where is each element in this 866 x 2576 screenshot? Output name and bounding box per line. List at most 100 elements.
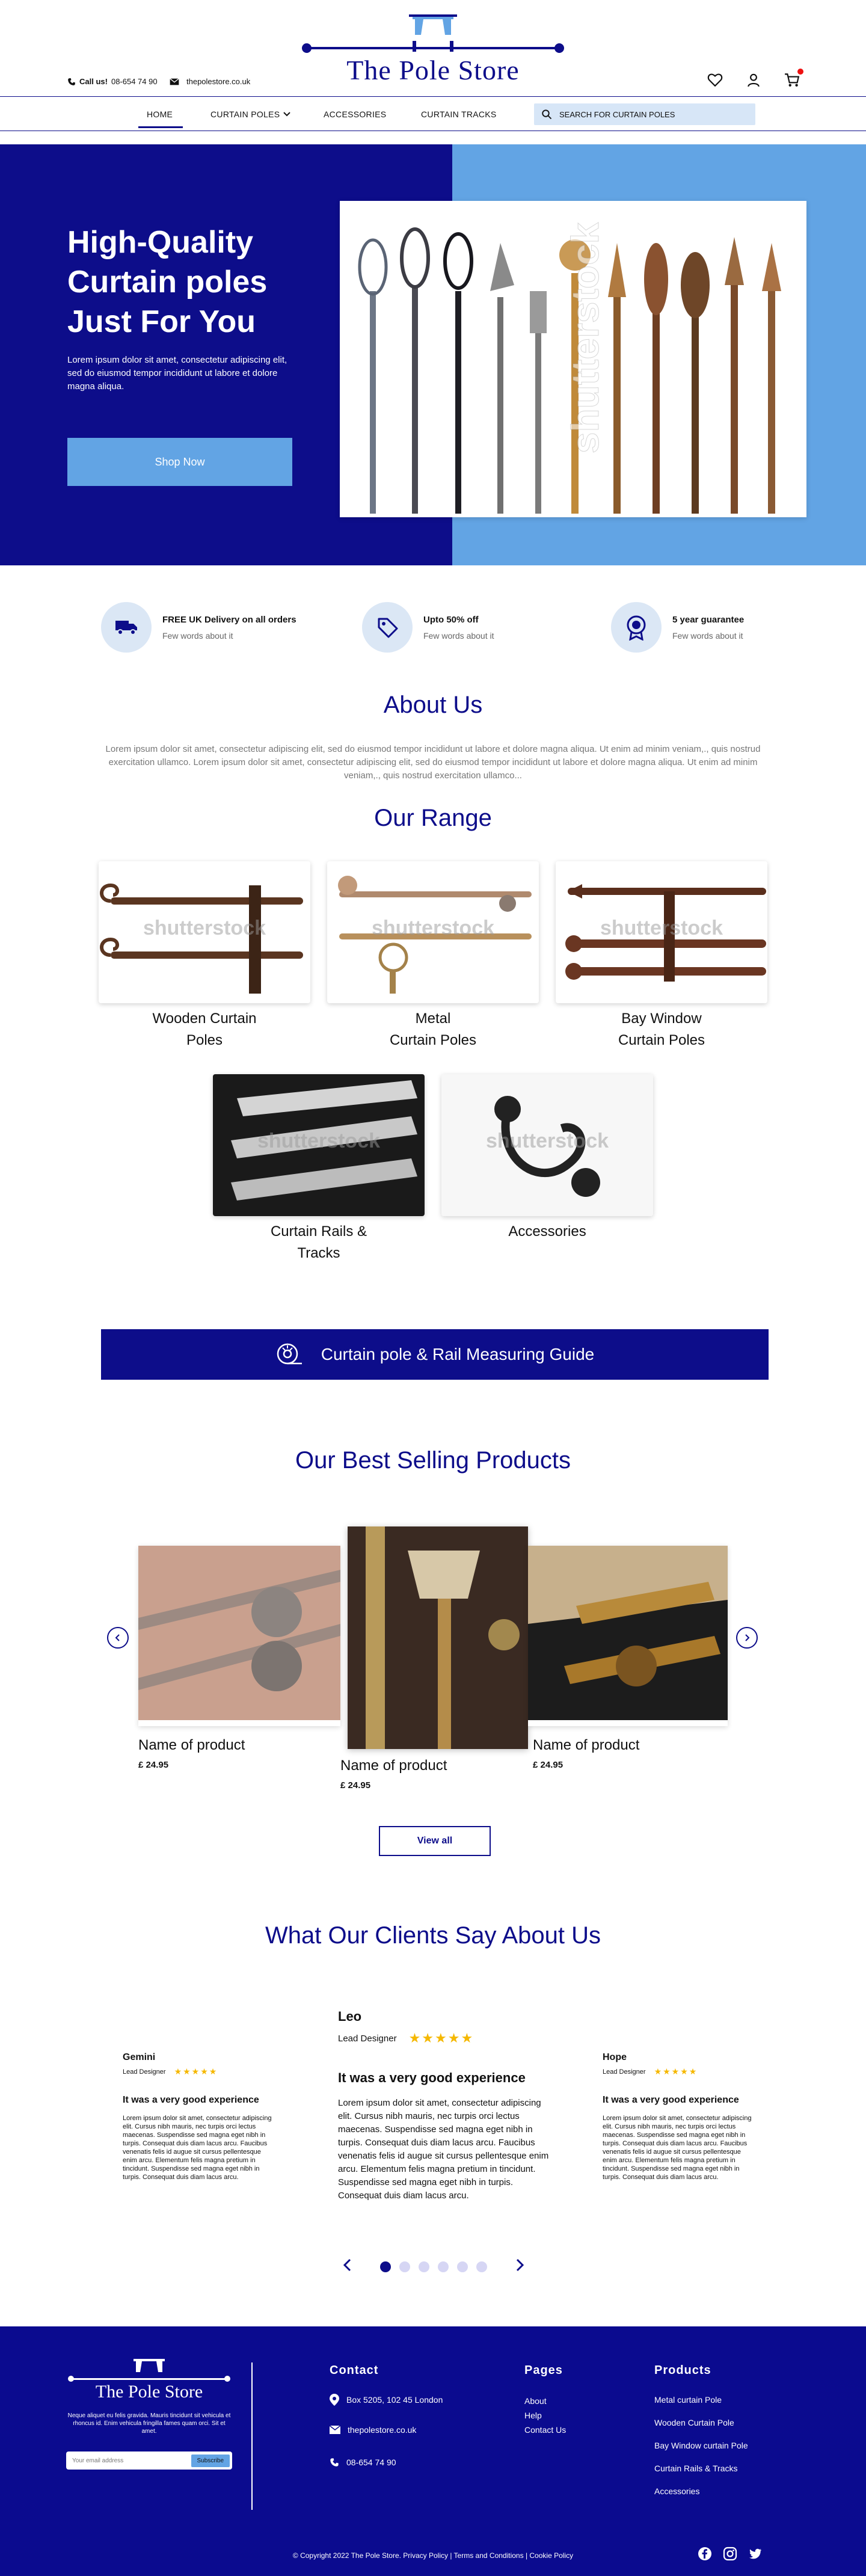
product-name[interactable]: Name of product [340, 1757, 447, 1774]
product-name[interactable]: Name of product [533, 1737, 639, 1754]
watermark-text: shutterstock [143, 917, 266, 939]
product-card-featured[interactable] [348, 1526, 528, 1749]
range-label-accessories[interactable]: Accessories [441, 1221, 653, 1243]
feature-sub: Few words about it [423, 630, 494, 641]
footer-link-rails[interactable]: Curtain Rails & Tracks [654, 2464, 737, 2473]
footer-link-about[interactable]: About [524, 2396, 547, 2406]
logo[interactable]: The Pole Store [301, 11, 565, 89]
feature-icon-circle [101, 602, 152, 653]
range-card-accessories[interactable]: shutterstock [441, 1074, 653, 1216]
footer-logo[interactable]: The Pole Store [66, 2356, 232, 2405]
shop-now-button[interactable]: Shop Now [67, 438, 292, 486]
hero-title: High-Quality Curtain poles Just For You [67, 223, 320, 342]
footer-contact-heading: Contact [330, 2364, 379, 2377]
range-card-wooden[interactable]: shutterstock [99, 861, 310, 1003]
product-info: Name of product £ 24.95 [340, 1757, 447, 1791]
nav-active-indicator [138, 126, 183, 128]
range-label-wooden[interactable]: Wooden Curtain Poles [99, 1008, 310, 1051]
range-label-line: Tracks [297, 1245, 340, 1261]
footer-brand-name: The Pole Store [95, 2382, 203, 2402]
chevron-down-icon [283, 112, 290, 117]
range-label-metal[interactable]: Metal Curtain Poles [327, 1008, 539, 1051]
footer-divider [251, 2362, 253, 2510]
range-label-line: Accessories [508, 1223, 586, 1240]
footer-link-wooden[interactable]: Wooden Curtain Pole [654, 2418, 734, 2427]
products-prev-button[interactable] [107, 1627, 129, 1649]
range-label-bay-window[interactable]: Bay Window Curtain Poles [556, 1008, 767, 1051]
wooden-poles-image: shutterstock [100, 883, 303, 994]
subscribe-button[interactable]: Subscribe [191, 2454, 230, 2467]
wishlist-heart-icon[interactable] [707, 72, 723, 88]
pagination-dot[interactable] [380, 2261, 391, 2272]
footer-link-metal[interactable]: Metal curtain Pole [654, 2395, 722, 2405]
hero-title-line-3: Just For You [67, 304, 256, 339]
product-info: Name of product £ 24.95 [138, 1737, 245, 1770]
nav-curtain-poles-label: CURTAIN POLES [210, 109, 280, 119]
feature-delivery: FREE UK Delivery on all orders Few words… [101, 600, 296, 654]
facebook-icon[interactable] [698, 2547, 712, 2561]
products-next-button[interactable] [736, 1627, 758, 1649]
pagination-dot[interactable] [399, 2261, 410, 2272]
footer-link-bay-window[interactable]: Bay Window curtain Pole [654, 2441, 748, 2450]
newsletter-email-input[interactable] [72, 2457, 191, 2464]
watermark-text: shutterstock [372, 917, 494, 939]
range-label-line: Metal [415, 1010, 451, 1027]
nav-curtain-tracks[interactable]: CURTAIN TRACKS [421, 109, 497, 119]
testimonial-prev-button[interactable] [343, 2258, 352, 2275]
search-bar[interactable]: SEARCH FOR CURTAIN POLES [534, 103, 755, 125]
product-name[interactable]: Name of product [138, 1737, 245, 1754]
call-info: Call us! 08-654 74 90 [67, 77, 158, 86]
range-label-line: Wooden Curtain [152, 1010, 257, 1027]
twitter-icon[interactable] [748, 2547, 763, 2561]
curtain-logo-icon [68, 2359, 230, 2382]
range-card-bay-window[interactable]: shutterstock [556, 861, 767, 1003]
account-user-icon[interactable] [746, 72, 761, 88]
footer-link-contact[interactable]: Contact Us [524, 2425, 566, 2435]
call-label: Call us! [79, 77, 108, 86]
social-links [698, 2547, 763, 2561]
product-card[interactable] [528, 1546, 728, 1726]
testimonial-body: Lorem ipsum dolor sit amet, consectetur … [603, 2115, 752, 2181]
range-label-line: Poles [186, 1032, 223, 1048]
testimonial-next-button[interactable] [515, 2258, 524, 2275]
phone-number[interactable]: 08-654 74 90 [111, 77, 158, 86]
range-card-rails-tracks[interactable]: shutterstock [213, 1074, 425, 1216]
curtain-logo-icon [302, 14, 564, 53]
footer-email[interactable]: thepolestore.co.uk [330, 2425, 416, 2435]
product-card[interactable] [138, 1546, 340, 1726]
feature-title: FREE UK Delivery on all orders [162, 614, 296, 625]
hero-curtain-poles-image: shutterstock [340, 201, 806, 517]
search-icon [542, 109, 552, 120]
footer-email-text: thepolestore.co.uk [348, 2425, 417, 2435]
instagram-icon[interactable] [723, 2547, 737, 2561]
footer-link-accessories[interactable]: Accessories [654, 2486, 699, 2496]
nav-curtain-poles[interactable]: CURTAIN POLES [210, 109, 291, 119]
testimonial-name: Hope [603, 2052, 627, 2062]
bay-window-poles-image: shutterstock [565, 884, 766, 982]
testimonial-name: Leo [338, 2009, 362, 2024]
feature-title: 5 year guarantee [672, 614, 745, 625]
feature-sub: Few words about it [162, 630, 233, 641]
measuring-guide-banner[interactable]: Curtain pole & Rail Measuring Guide [101, 1329, 769, 1380]
pagination-dot[interactable] [457, 2261, 468, 2272]
range-card-metal[interactable]: shutterstock [327, 861, 539, 1003]
nav-home[interactable]: HOME [147, 109, 173, 119]
hero-title-line-2: Curtain poles [67, 265, 268, 300]
phone-icon [68, 78, 75, 85]
product-info: Name of product £ 24.95 [533, 1737, 639, 1770]
email-address[interactable]: thepolestore.co.uk [186, 77, 250, 86]
cart-icon[interactable] [784, 69, 803, 88]
truck-icon [115, 621, 137, 635]
nav-accessories[interactable]: ACCESSORIES [324, 109, 386, 119]
footer-link-help[interactable]: Help [524, 2411, 542, 2420]
pagination-dot[interactable] [476, 2261, 487, 2272]
pagination-dot[interactable] [438, 2261, 449, 2272]
range-label-rails-tracks[interactable]: Curtain Rails & Tracks [213, 1221, 425, 1264]
product-image [348, 1526, 528, 1749]
feature-discount: Upto 50% off Few words about it [362, 600, 494, 654]
footer-phone[interactable]: 08-654 74 90 [330, 2458, 396, 2467]
product-image [138, 1546, 340, 1720]
pagination-dot[interactable] [419, 2261, 429, 2272]
view-all-button[interactable]: View all [379, 1826, 491, 1856]
tag-icon [378, 618, 398, 638]
